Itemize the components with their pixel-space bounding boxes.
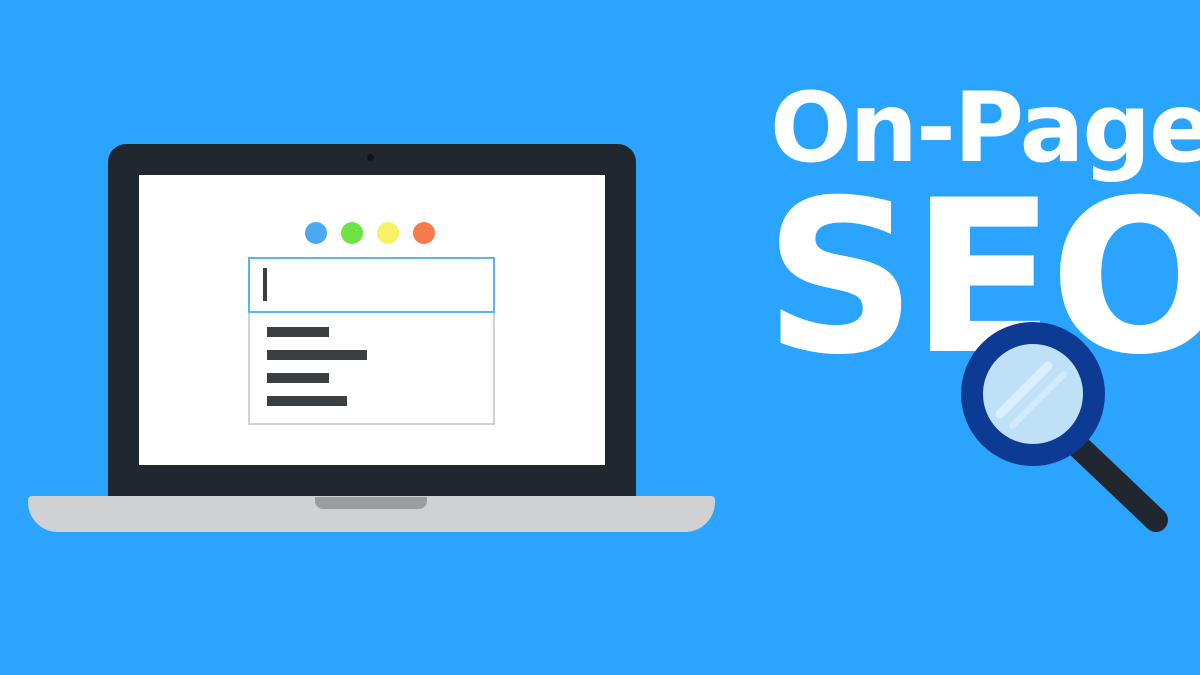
magnifying-glass-icon bbox=[961, 322, 1168, 532]
suggestion-item bbox=[267, 396, 347, 406]
laptop-base-notch bbox=[315, 497, 427, 509]
search-input bbox=[248, 257, 495, 313]
suggestion-item bbox=[267, 350, 367, 360]
suggestion-item bbox=[267, 373, 329, 383]
window-dot-blue-icon bbox=[305, 222, 327, 244]
window-dot-orange-icon bbox=[413, 222, 435, 244]
hero-banner: On-Page SEO bbox=[0, 0, 1200, 675]
window-dot-yellow-icon bbox=[377, 222, 399, 244]
text-cursor bbox=[263, 268, 267, 301]
window-dot-green-icon bbox=[341, 222, 363, 244]
suggestion-item bbox=[267, 327, 329, 337]
camera-icon bbox=[367, 154, 374, 161]
